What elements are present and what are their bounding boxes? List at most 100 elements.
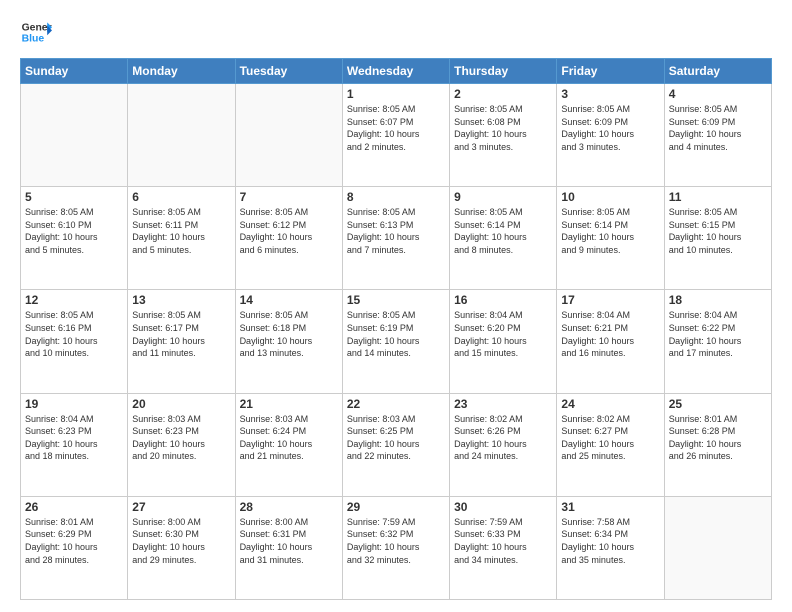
calendar-cell: 27 Sunrise: 8:00 AM Sunset: 6:30 PM Dayli… <box>128 496 235 599</box>
header: General Blue <box>20 16 772 48</box>
day-info: Sunrise: 7:59 AM Sunset: 6:32 PM Dayligh… <box>347 516 445 566</box>
day-info: Sunrise: 8:04 AM Sunset: 6:20 PM Dayligh… <box>454 309 552 359</box>
header-wednesday: Wednesday <box>342 59 449 84</box>
day-number: 21 <box>240 397 338 411</box>
calendar-cell: 6 Sunrise: 8:05 AM Sunset: 6:11 PM Daylig… <box>128 187 235 290</box>
calendar-cell: 12 Sunrise: 8:05 AM Sunset: 6:16 PM Dayli… <box>21 290 128 393</box>
day-info: Sunrise: 8:03 AM Sunset: 6:24 PM Dayligh… <box>240 413 338 463</box>
day-number: 30 <box>454 500 552 514</box>
logo-icon: General Blue <box>20 16 52 48</box>
calendar-cell: 28 Sunrise: 8:00 AM Sunset: 6:31 PM Dayli… <box>235 496 342 599</box>
day-info: Sunrise: 8:01 AM Sunset: 6:29 PM Dayligh… <box>25 516 123 566</box>
calendar-cell: 11Sunrise: 8:05 AM Sunset: 6:15 PM Dayli… <box>664 187 771 290</box>
day-number: 28 <box>240 500 338 514</box>
calendar-cell: 23 Sunrise: 8:02 AM Sunset: 6:26 PM Dayli… <box>450 393 557 496</box>
header-friday: Friday <box>557 59 664 84</box>
calendar-cell: 7Sunrise: 8:05 AM Sunset: 6:12 PM Daylig… <box>235 187 342 290</box>
day-info: Sunrise: 8:05 AM Sunset: 6:16 PM Dayligh… <box>25 309 123 359</box>
day-info: Sunrise: 8:03 AM Sunset: 6:23 PM Dayligh… <box>132 413 230 463</box>
calendar-cell: 5Sunrise: 8:05 AM Sunset: 6:10 PM Daylig… <box>21 187 128 290</box>
day-info: Sunrise: 8:05 AM Sunset: 6:13 PM Dayligh… <box>347 206 445 256</box>
calendar-cell: 25 Sunrise: 8:01 AM Sunset: 6:28 PM Dayli… <box>664 393 771 496</box>
calendar-cell: 2 Sunrise: 8:05 AM Sunset: 6:08 PM Daylig… <box>450 84 557 187</box>
page: General Blue SundayMondayTuesdayWednesda… <box>0 0 792 612</box>
day-info: Sunrise: 8:02 AM Sunset: 6:26 PM Dayligh… <box>454 413 552 463</box>
day-number: 29 <box>347 500 445 514</box>
day-number: 1 <box>347 87 445 101</box>
day-number: 2 <box>454 87 552 101</box>
day-number: 6 <box>132 190 230 204</box>
calendar-cell: 14Sunrise: 8:05 AM Sunset: 6:18 PM Dayli… <box>235 290 342 393</box>
day-info: Sunrise: 8:01 AM Sunset: 6:28 PM Dayligh… <box>669 413 767 463</box>
day-info: Sunrise: 8:05 AM Sunset: 6:09 PM Dayligh… <box>669 103 767 153</box>
day-info: Sunrise: 8:04 AM Sunset: 6:23 PM Dayligh… <box>25 413 123 463</box>
day-number: 13 <box>132 293 230 307</box>
calendar-cell <box>664 496 771 599</box>
day-number: 19 <box>25 397 123 411</box>
day-info: Sunrise: 8:05 AM Sunset: 6:11 PM Dayligh… <box>132 206 230 256</box>
day-number: 27 <box>132 500 230 514</box>
header-sunday: Sunday <box>21 59 128 84</box>
calendar-cell: 9 Sunrise: 8:05 AM Sunset: 6:14 PM Daylig… <box>450 187 557 290</box>
day-info: Sunrise: 8:05 AM Sunset: 6:10 PM Dayligh… <box>25 206 123 256</box>
calendar-cell <box>21 84 128 187</box>
day-number: 25 <box>669 397 767 411</box>
calendar-cell: 21 Sunrise: 8:03 AM Sunset: 6:24 PM Dayli… <box>235 393 342 496</box>
day-info: Sunrise: 8:05 AM Sunset: 6:07 PM Dayligh… <box>347 103 445 153</box>
header-tuesday: Tuesday <box>235 59 342 84</box>
header-monday: Monday <box>128 59 235 84</box>
day-number: 26 <box>25 500 123 514</box>
logo: General Blue <box>20 16 52 48</box>
calendar-cell: 17Sunrise: 8:04 AM Sunset: 6:21 PM Dayli… <box>557 290 664 393</box>
calendar-cell: 18 Sunrise: 8:04 AM Sunset: 6:22 PM Dayli… <box>664 290 771 393</box>
calendar-cell: 15 Sunrise: 8:05 AM Sunset: 6:19 PM Dayli… <box>342 290 449 393</box>
day-number: 20 <box>132 397 230 411</box>
calendar-cell: 8 Sunrise: 8:05 AM Sunset: 6:13 PM Daylig… <box>342 187 449 290</box>
day-number: 3 <box>561 87 659 101</box>
day-number: 23 <box>454 397 552 411</box>
calendar-cell: 13 Sunrise: 8:05 AM Sunset: 6:17 PM Dayli… <box>128 290 235 393</box>
header-saturday: Saturday <box>664 59 771 84</box>
day-info: Sunrise: 8:05 AM Sunset: 6:09 PM Dayligh… <box>561 103 659 153</box>
calendar-cell: 10Sunrise: 8:05 AM Sunset: 6:14 PM Dayli… <box>557 187 664 290</box>
calendar-cell: 4 Sunrise: 8:05 AM Sunset: 6:09 PM Daylig… <box>664 84 771 187</box>
day-info: Sunrise: 7:59 AM Sunset: 6:33 PM Dayligh… <box>454 516 552 566</box>
calendar-cell: 16 Sunrise: 8:04 AM Sunset: 6:20 PM Dayli… <box>450 290 557 393</box>
day-number: 16 <box>454 293 552 307</box>
day-info: Sunrise: 8:04 AM Sunset: 6:21 PM Dayligh… <box>561 309 659 359</box>
day-info: Sunrise: 8:00 AM Sunset: 6:31 PM Dayligh… <box>240 516 338 566</box>
day-info: Sunrise: 8:00 AM Sunset: 6:30 PM Dayligh… <box>132 516 230 566</box>
calendar-cell: 20 Sunrise: 8:03 AM Sunset: 6:23 PM Dayli… <box>128 393 235 496</box>
calendar-cell: 26 Sunrise: 8:01 AM Sunset: 6:29 PM Dayli… <box>21 496 128 599</box>
day-info: Sunrise: 8:05 AM Sunset: 6:19 PM Dayligh… <box>347 309 445 359</box>
calendar-week-2: 12 Sunrise: 8:05 AM Sunset: 6:16 PM Dayli… <box>21 290 772 393</box>
day-number: 14 <box>240 293 338 307</box>
calendar-cell: 19 Sunrise: 8:04 AM Sunset: 6:23 PM Dayli… <box>21 393 128 496</box>
calendar-cell: 3 Sunrise: 8:05 AM Sunset: 6:09 PM Daylig… <box>557 84 664 187</box>
day-info: Sunrise: 8:05 AM Sunset: 6:08 PM Dayligh… <box>454 103 552 153</box>
day-number: 15 <box>347 293 445 307</box>
day-number: 18 <box>669 293 767 307</box>
calendar-cell: 31Sunrise: 7:58 AM Sunset: 6:34 PM Dayli… <box>557 496 664 599</box>
day-info: Sunrise: 8:05 AM Sunset: 6:14 PM Dayligh… <box>454 206 552 256</box>
day-number: 24 <box>561 397 659 411</box>
day-info: Sunrise: 8:05 AM Sunset: 6:14 PM Dayligh… <box>561 206 659 256</box>
svg-text:Blue: Blue <box>22 34 45 45</box>
header-thursday: Thursday <box>450 59 557 84</box>
calendar-week-1: 5Sunrise: 8:05 AM Sunset: 6:10 PM Daylig… <box>21 187 772 290</box>
day-info: Sunrise: 8:05 AM Sunset: 6:17 PM Dayligh… <box>132 309 230 359</box>
calendar-cell: 24Sunrise: 8:02 AM Sunset: 6:27 PM Dayli… <box>557 393 664 496</box>
day-info: Sunrise: 8:04 AM Sunset: 6:22 PM Dayligh… <box>669 309 767 359</box>
calendar-header-row: SundayMondayTuesdayWednesdayThursdayFrid… <box>21 59 772 84</box>
day-info: Sunrise: 8:03 AM Sunset: 6:25 PM Dayligh… <box>347 413 445 463</box>
day-number: 8 <box>347 190 445 204</box>
day-number: 4 <box>669 87 767 101</box>
day-info: Sunrise: 8:05 AM Sunset: 6:15 PM Dayligh… <box>669 206 767 256</box>
day-number: 9 <box>454 190 552 204</box>
day-info: Sunrise: 8:05 AM Sunset: 6:12 PM Dayligh… <box>240 206 338 256</box>
calendar-cell <box>235 84 342 187</box>
day-number: 31 <box>561 500 659 514</box>
calendar-cell <box>128 84 235 187</box>
calendar-week-0: 1 Sunrise: 8:05 AM Sunset: 6:07 PM Daylig… <box>21 84 772 187</box>
day-number: 12 <box>25 293 123 307</box>
